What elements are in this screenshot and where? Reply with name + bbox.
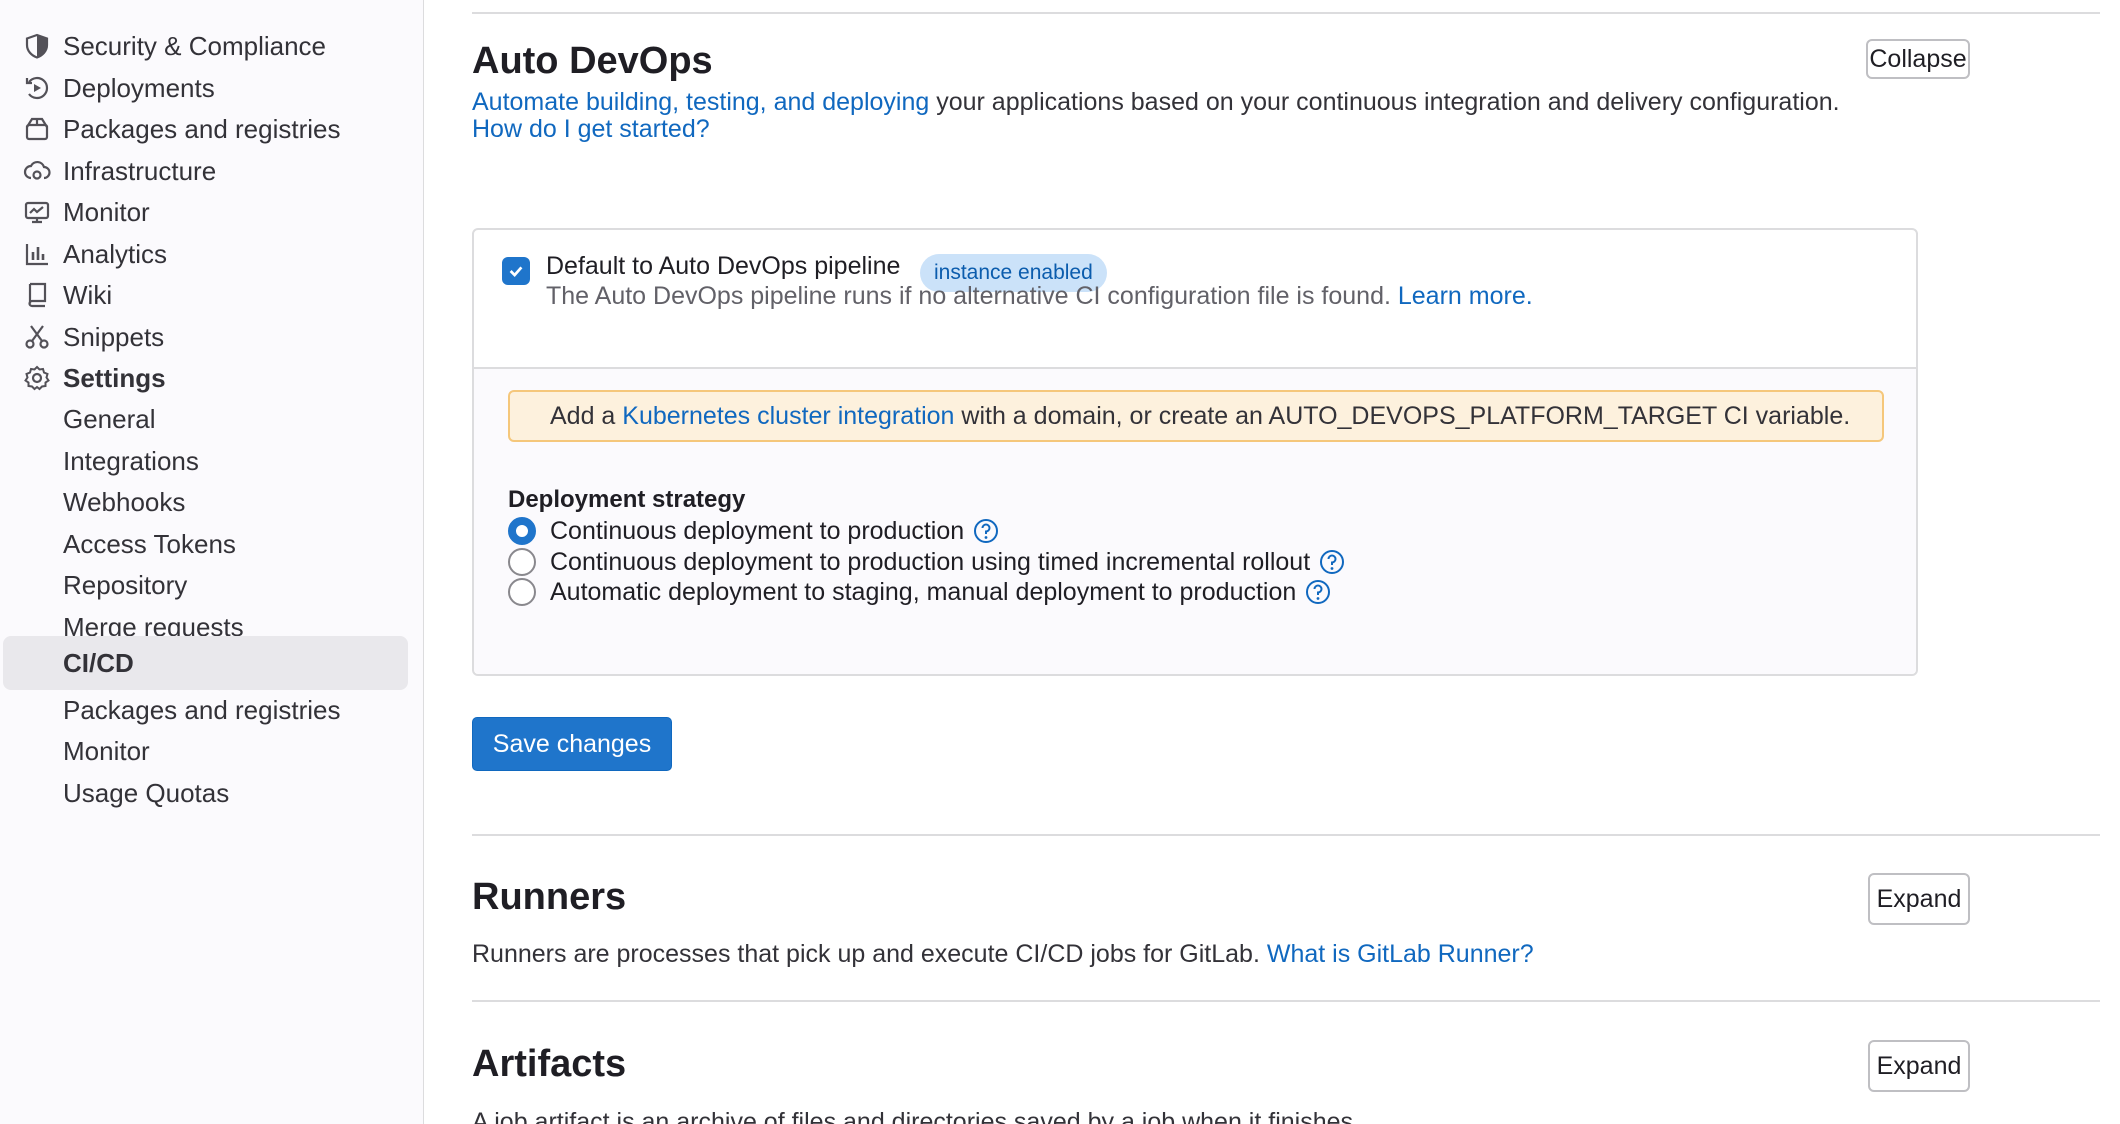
sidebar-subitem-label: Access Tokens [63,528,236,559]
strategy-option-continuous[interactable]: Continuous deployment to production [508,515,1000,547]
kubernetes-link[interactable]: Kubernetes cluster integration [622,402,954,431]
artifacts-description: A job artifact is an archive of files an… [472,1108,1360,1124]
description-text: your applications based on your continuo… [936,88,1840,116]
sidebar-subitem-usage-quotas[interactable]: Usage Quotas [3,766,408,820]
auto-devops-settings-box: Default to Auto DevOps pipeline instance… [472,228,1918,676]
deployment-strategy-title: Deployment strategy [508,486,746,513]
strategy-option-staging-manual[interactable]: Automatic deployment to staging, manual … [508,576,1332,608]
get-started-link[interactable]: How do I get started? [472,115,710,143]
sidebar-item-label: Infrastructure [63,155,217,186]
alert-suffix: with a domain, or create an AUTO_DEVOPS_… [961,401,1851,430]
check-icon [509,266,523,278]
divider [472,834,2100,836]
runners-description: Runners are processes that pick up and e… [472,940,1534,969]
issues-icon [22,0,52,4]
sidebar-item-label: Packages and registries [63,113,341,144]
help-icon[interactable] [972,517,1000,545]
checkbox-label[interactable]: Default to Auto DevOps pipeline [546,252,900,281]
sidebar-item-label: Snippets [63,321,165,352]
shield-icon [22,31,52,61]
scissors-icon [22,322,52,352]
sidebar-subitem-label: Webhooks [63,486,186,517]
radio-label[interactable]: Continuous deployment to production usin… [550,548,1310,577]
sidebar-item-partial[interactable] [3,0,408,16]
package-icon [22,114,52,144]
runners-title: Runners [472,876,627,918]
help-text: The Auto DevOps pipeline runs if no alte… [546,282,1391,310]
strategy-option-timed-incremental[interactable]: Continuous deployment to production usin… [508,546,1346,578]
sidebar-subitem-label: General [63,403,156,434]
monitor-icon [22,197,52,227]
auto-devops-checkbox[interactable] [502,257,530,285]
divider [472,1000,2100,1002]
artifacts-expand-button[interactable]: Expand [1868,1040,1970,1092]
auto-devops-title: Auto DevOps [472,40,713,82]
sidebar-subitem-cicd[interactable]: CI/CD [3,636,408,690]
book-icon [22,280,52,310]
sidebar-subitem-label: CI/CD [63,647,134,678]
save-changes-button[interactable]: Save changes [472,717,672,771]
sidebar-item-label: Monitor [63,196,150,227]
divider [472,12,2100,14]
sidebar-subitem-label: Integrations [63,445,199,476]
sidebar-subitem-label: Usage Quotas [63,777,230,808]
radio-button[interactable] [508,578,536,606]
sidebar-item-label: Settings [63,362,166,393]
sidebar-subitem-label: Monitor [63,735,150,766]
auto-devops-description: Automate building, testing, and deployin… [472,88,1840,117]
kubernetes-alert: Add a Kubernetes cluster integration wit… [508,390,1884,442]
sidebar-item-label: Wiki [63,279,113,310]
automate-link[interactable]: Automate building, testing, and deployin… [472,88,929,116]
artifacts-title: Artifacts [472,1043,627,1085]
sidebar: Security & Compliance Deployments Packag… [0,0,424,1124]
collapse-button[interactable]: Collapse [1866,39,1970,79]
help-icon[interactable] [1318,548,1346,576]
cloud-gear-icon [22,156,52,186]
chart-icon [22,239,52,269]
checkbox-help-text: The Auto DevOps pipeline runs if no alte… [546,282,1533,311]
runners-text: Runners are processes that pick up and e… [472,940,1260,968]
deployments-icon [22,73,52,103]
radio-button[interactable] [508,548,536,576]
sidebar-subitem-label: Packages and registries [63,694,341,725]
gear-icon [22,363,52,393]
sidebar-item-label: Analytics [63,238,168,269]
sidebar-item-label: Security & Compliance [63,30,326,61]
alert-prefix: Add a [550,401,616,430]
help-icon[interactable] [1304,578,1332,606]
main-content: Auto DevOps Collapse Automate building, … [424,0,2120,1124]
sidebar-item-label: Deployments [63,72,215,103]
learn-more-link[interactable]: Learn more. [1398,282,1533,310]
get-started-line: How do I get started? [472,115,710,144]
runners-expand-button[interactable]: Expand [1868,873,1970,925]
radio-label[interactable]: Continuous deployment to production [550,517,964,546]
radio-button[interactable] [508,517,536,545]
sidebar-subitem-label: Repository [63,569,188,600]
radio-label[interactable]: Automatic deployment to staging, manual … [550,578,1296,607]
gitlab-runner-link[interactable]: What is GitLab Runner? [1267,940,1534,968]
